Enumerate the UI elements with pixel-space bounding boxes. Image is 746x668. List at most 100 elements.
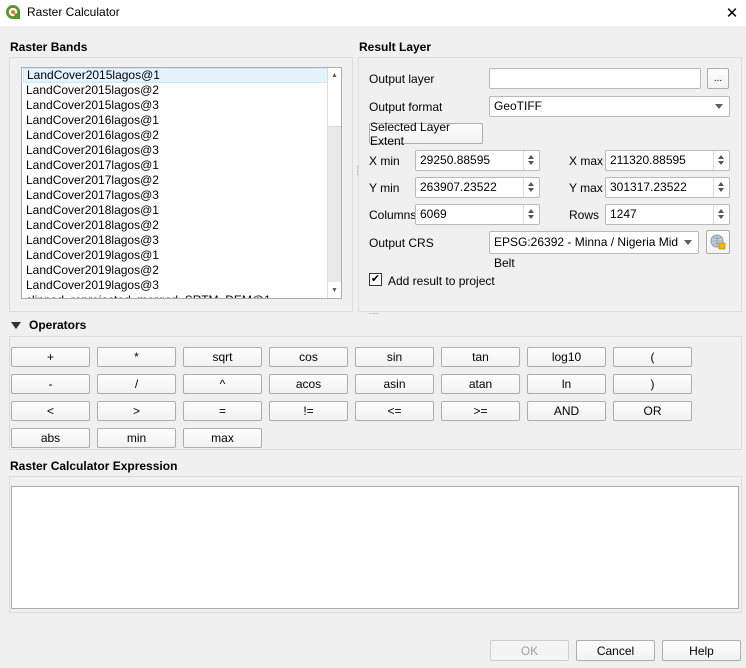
operator-button[interactable]: min [97,428,176,448]
raster-band-item[interactable]: LandCover2015lagos@3 [23,98,329,113]
select-crs-button[interactable] [706,230,730,254]
raster-band-item[interactable]: LandCover2018lagos@3 [23,233,329,248]
qgis-logo-icon [6,5,21,20]
operator-button[interactable]: sin [355,347,434,367]
operator-button[interactable]: * [97,347,176,367]
browse-output-button[interactable]: ... [707,68,729,89]
output-crs-label: Output CRS [369,236,434,250]
operator-button[interactable]: sqrt [183,347,262,367]
operator-button[interactable]: asin [355,374,434,394]
raster-band-item[interactable]: LandCover2015lagos@2 [23,83,329,98]
operator-button[interactable]: log10 [527,347,606,367]
xmin-spinbox[interactable]: 29250.88595 [415,150,540,171]
output-format-select[interactable]: GeoTIFF [489,96,730,117]
operator-button[interactable]: OR [613,401,692,421]
xmin-value: 29250.88595 [420,153,491,167]
columns-spinbox[interactable]: 6069 [415,204,540,225]
title-bar: Raster Calculator ✕ [0,0,746,26]
operator-button[interactable]: - [11,374,90,394]
xmax-spinbox[interactable]: 211320.88595 [605,150,730,171]
ymin-spinbox[interactable]: 263907.23522 [415,177,540,198]
raster-band-item[interactable]: LandCover2015lagos@1 [23,68,329,83]
operator-button[interactable]: AND [527,401,606,421]
ymax-value: 301317.23522 [610,180,687,194]
xmin-label: X min [369,154,400,168]
collapse-triangle-icon[interactable] [11,322,21,329]
raster-band-item[interactable]: LandCover2019lagos@3 [23,278,329,293]
operator-button[interactable]: tan [441,347,520,367]
cancel-button[interactable]: Cancel [576,640,655,661]
chevron-down-icon [715,104,723,109]
spin-arrows-icon[interactable] [523,205,539,224]
scroll-down-icon[interactable]: ▼ [328,282,341,298]
close-icon[interactable]: ✕ [722,0,742,26]
operator-button[interactable]: ^ [183,374,262,394]
operator-button[interactable]: / [97,374,176,394]
operators-heading[interactable]: Operators [29,318,86,332]
raster-band-item[interactable]: LandCover2017lagos@1 [23,158,329,173]
raster-band-item[interactable]: LandCover2016lagos@1 [23,113,329,128]
operator-button[interactable]: = [183,401,262,421]
raster-band-item[interactable]: clipped_reprojected_merged_SRTM_DEM@1 [23,293,329,298]
ok-button[interactable]: OK [490,640,569,661]
add-result-label: Add result to project [388,274,495,288]
spin-arrows-icon[interactable] [523,151,539,170]
raster-band-item[interactable]: LandCover2019lagos@2 [23,263,329,278]
output-layer-input[interactable] [489,68,701,89]
ymax-label: Y max [569,181,603,195]
operator-button[interactable]: cos [269,347,348,367]
raster-bands-list[interactable]: LandCover2015lagos@1 LandCover2015lagos@2… [21,67,342,299]
raster-band-item[interactable]: LandCover2019lagos@1 [23,248,329,263]
raster-band-item[interactable]: LandCover2018lagos@1 [23,203,329,218]
ymin-label: Y min [369,181,400,195]
output-crs-select[interactable]: EPSG:26392 - Minna / Nigeria Mid Belt [489,231,699,270]
operator-button[interactable]: acos [269,374,348,394]
globe-crs-icon [710,234,726,250]
spin-arrows-icon[interactable] [713,151,729,170]
operator-button[interactable]: ( [613,347,692,367]
raster-band-item[interactable]: LandCover2016lagos@2 [23,128,329,143]
operator-button[interactable]: ln [527,374,606,394]
operator-button[interactable]: + [11,347,90,367]
xmax-label: X max [569,154,604,168]
raster-band-item[interactable]: LandCover2018lagos@2 [23,218,329,233]
ymax-spinbox[interactable]: 301317.23522 [605,177,730,198]
splitter-handle-horizontal[interactable]: ······ [368,309,379,318]
operator-button[interactable]: > [97,401,176,421]
columns-value: 6069 [420,207,447,221]
operator-button[interactable]: < [11,401,90,421]
selected-layer-extent-button[interactable]: Selected Layer Extent [369,120,483,148]
operator-button[interactable]: abs [11,428,90,448]
spin-arrows-icon[interactable] [713,178,729,197]
output-layer-label: Output layer [369,72,435,86]
xmax-value: 211320.88595 [610,153,686,167]
scrollbar-thumb[interactable] [328,82,341,127]
output-format-value: GeoTIFF [494,99,543,113]
operator-button[interactable]: >= [441,401,520,421]
window-title: Raster Calculator [27,5,120,19]
spin-arrows-icon[interactable] [713,205,729,224]
add-result-checkbox[interactable]: ✔ [369,273,382,286]
help-button[interactable]: Help [662,640,741,661]
operator-button[interactable]: <= [355,401,434,421]
chevron-down-icon [684,240,692,245]
columns-label: Columns [369,208,417,222]
spin-arrows-icon[interactable] [523,178,539,197]
expression-editor[interactable] [11,486,739,609]
result-layer-heading: Result Layer [359,40,432,54]
ymin-value: 263907.23522 [420,180,497,194]
operator-button[interactable]: atan [441,374,520,394]
raster-band-item[interactable]: LandCover2017lagos@3 [23,188,329,203]
raster-bands-items: LandCover2015lagos@1 LandCover2015lagos@2… [22,68,341,298]
rows-label: Rows [569,208,600,222]
rows-value: 1247 [610,207,637,221]
raster-band-item[interactable]: LandCover2017lagos@2 [23,173,329,188]
scroll-up-icon[interactable]: ▲ [328,68,341,82]
operator-button[interactable]: max [183,428,262,448]
raster-band-item[interactable]: LandCover2016lagos@3 [23,143,329,158]
rows-spinbox[interactable]: 1247 [605,204,730,225]
operator-button[interactable]: ) [613,374,692,394]
raster-bands-scrollbar[interactable]: ▲ ▼ [327,68,341,298]
operator-button[interactable]: != [269,401,348,421]
expression-heading: Raster Calculator Expression [10,459,178,473]
